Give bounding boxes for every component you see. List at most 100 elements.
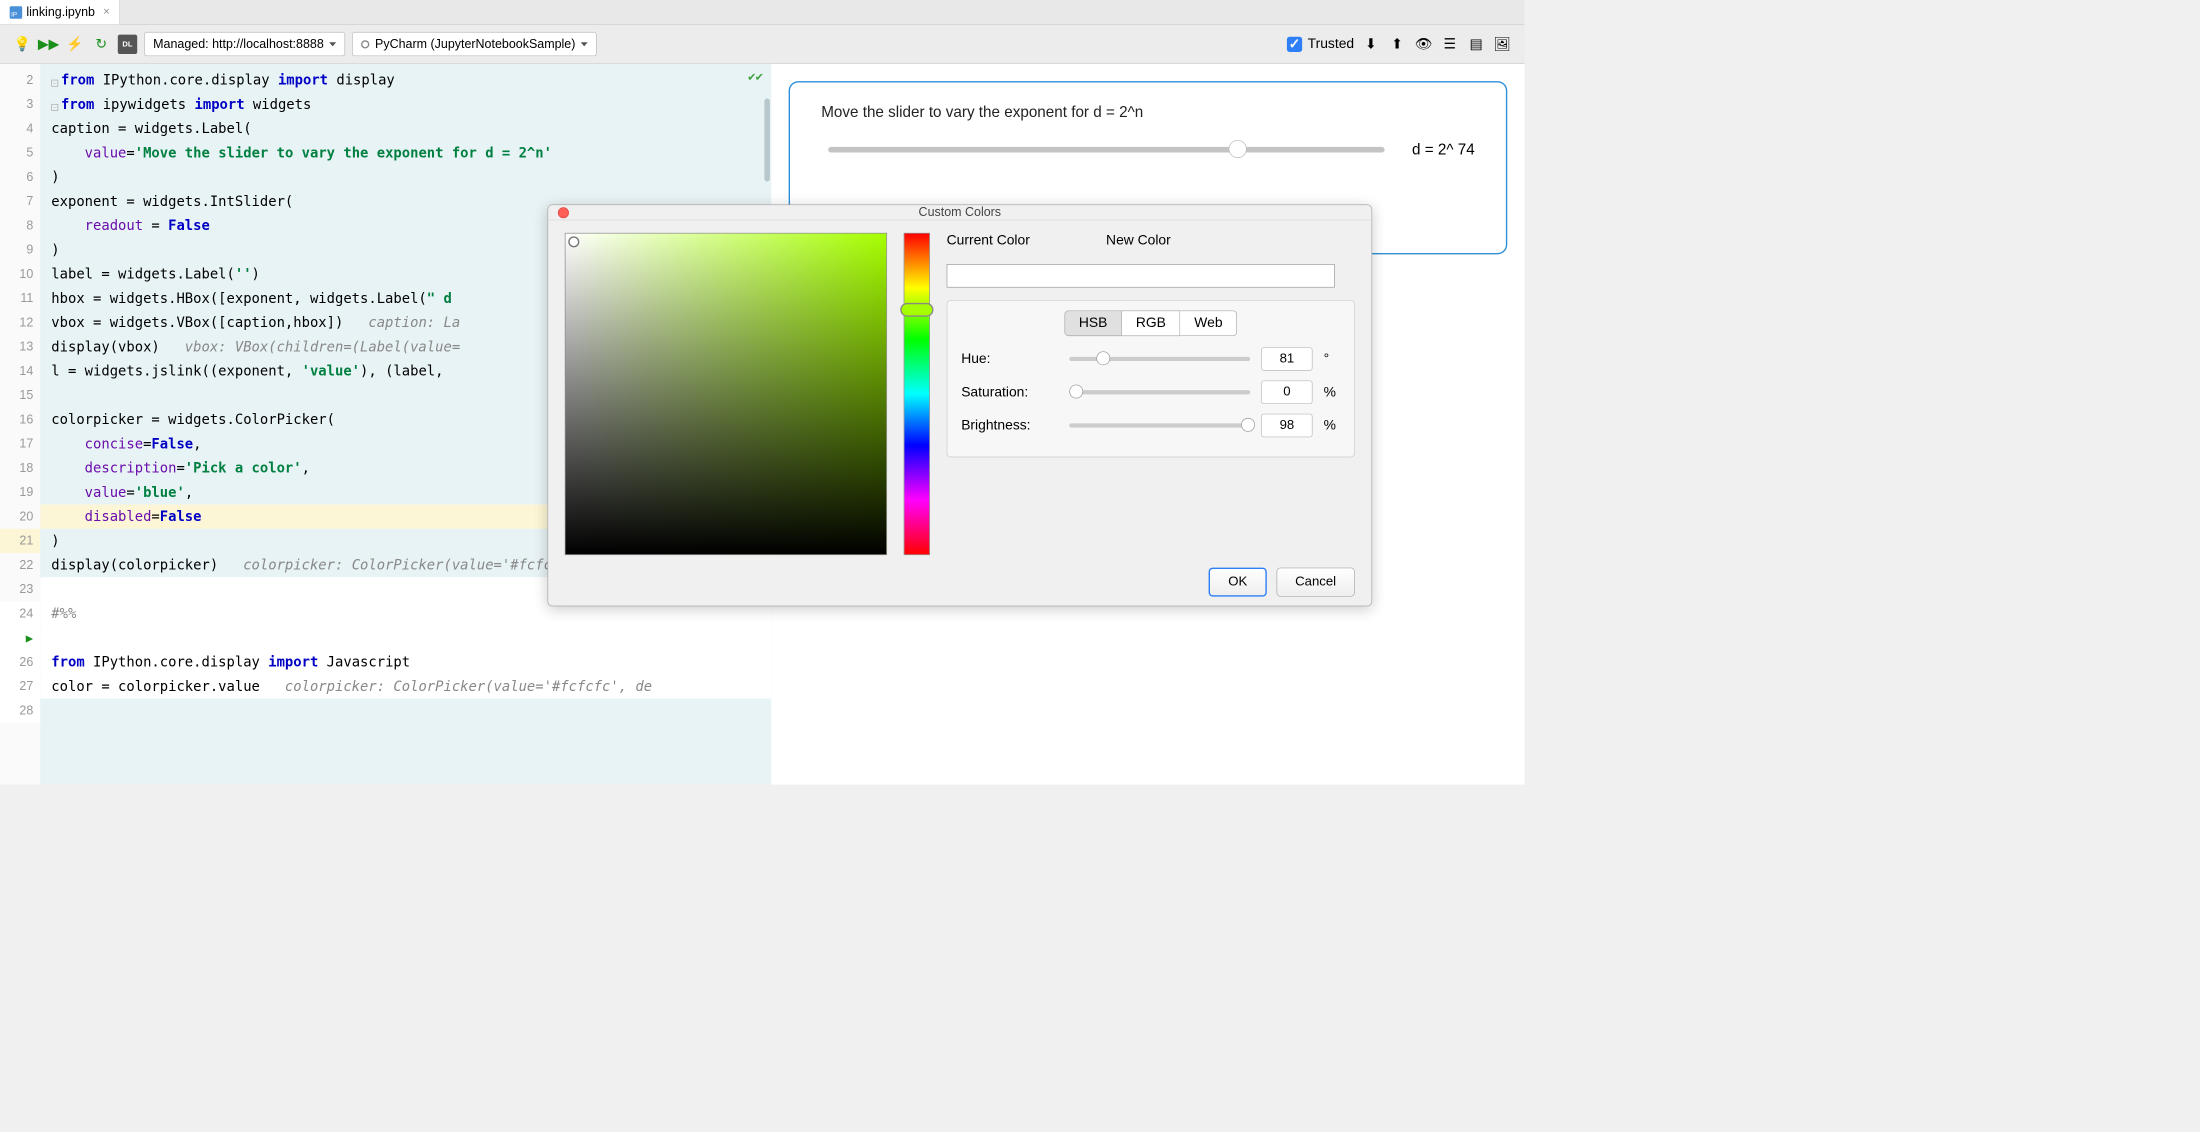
ok-button[interactable]: OK	[1209, 568, 1267, 597]
line-number: 28	[0, 699, 40, 723]
sv-picker-handle[interactable]	[568, 236, 579, 247]
line-number: 7	[0, 189, 40, 213]
run-all-icon[interactable]: ▶▶	[39, 34, 58, 53]
code-line[interactable]	[40, 626, 771, 650]
tab-bar: linking.ipynb ×	[0, 0, 1525, 25]
line-number: 21	[0, 529, 40, 553]
line-number: 3	[0, 92, 40, 116]
code-line[interactable]: )	[40, 165, 771, 189]
output-caption: Move the slider to vary the exponent for…	[821, 103, 1474, 121]
split-icon[interactable]: ▤	[1466, 34, 1485, 53]
trusted-checkbox[interactable]: ✓ Trusted	[1287, 36, 1354, 52]
caret-down-icon	[329, 42, 336, 46]
eye-icon[interactable]: 👁	[1414, 34, 1433, 53]
color-mode-tab-web[interactable]: Web	[1180, 310, 1237, 336]
slider-thumb[interactable]	[1229, 140, 1247, 158]
line-number: 9	[0, 238, 40, 262]
file-tab[interactable]: linking.ipynb ×	[0, 0, 120, 24]
line-number: 23	[0, 577, 40, 601]
image-icon[interactable]: 🖼	[1493, 34, 1512, 53]
line-number: 17	[0, 432, 40, 456]
new-color-label: New Color	[1106, 233, 1171, 249]
output-value-label: d = 2^ 74	[1412, 141, 1475, 159]
slider-thumb[interactable]	[1241, 418, 1255, 432]
hsb-value-input[interactable]: 0	[1261, 380, 1312, 404]
dialog-title: Custom Colors	[919, 205, 1001, 220]
tab-filename: linking.ipynb	[26, 5, 95, 20]
current-color-label: Current Color	[947, 233, 1030, 249]
line-number: 27	[0, 674, 40, 698]
line-number: 14	[0, 359, 40, 383]
saturation-value-box[interactable]	[565, 233, 887, 555]
color-mode-tab-rgb[interactable]: RGB	[1122, 310, 1180, 336]
bulb-icon[interactable]: 💡	[12, 34, 31, 53]
hsb-row-saturation: Saturation: 0 %	[961, 380, 1340, 404]
server-label: Managed: http://localhost:8888	[153, 37, 324, 52]
color-mode-tab-hsb[interactable]: HSB	[1064, 310, 1122, 336]
dialog-titlebar[interactable]: Custom Colors	[548, 205, 1371, 220]
kernel-label: PyCharm (JupyterNotebookSample)	[375, 37, 575, 52]
code-line[interactable]: color = colorpicker.value colorpicker: C…	[40, 674, 771, 698]
color-swatch	[947, 264, 1335, 288]
code-line[interactable]: –from IPython.core.display import displa…	[40, 68, 771, 92]
line-number: 5	[0, 141, 40, 165]
hsb-value-input[interactable]: 81	[1261, 347, 1312, 371]
kernel-status-icon	[361, 40, 369, 48]
line-number: ▶	[0, 626, 40, 650]
color-mode-panel: HSBRGBWeb Hue: 81 °Saturation: 0 %Bright…	[947, 300, 1355, 457]
trusted-label: Trusted	[1308, 36, 1354, 52]
close-window-icon[interactable]	[558, 207, 569, 218]
hsb-value-input[interactable]: 98	[1261, 414, 1312, 438]
output-slider[interactable]	[828, 147, 1384, 153]
caret-down-icon	[581, 42, 588, 46]
line-number: 6	[0, 165, 40, 189]
code-line[interactable]: from IPython.core.display import Javascr…	[40, 650, 771, 674]
check-icon: ✓	[1287, 36, 1302, 51]
hsb-label: Saturation:	[961, 384, 1058, 400]
inspection-ok-icon: ✔✔	[748, 69, 763, 84]
line-number: 20	[0, 505, 40, 529]
download-icon[interactable]: ⬇	[1361, 34, 1380, 53]
code-line[interactable]: value='Move the slider to vary the expon…	[40, 141, 771, 165]
line-number: 24	[0, 602, 40, 626]
line-number: 13	[0, 335, 40, 359]
code-line[interactable]: –from ipywidgets import widgets	[40, 92, 771, 116]
hsb-slider[interactable]	[1069, 423, 1250, 427]
hsb-slider[interactable]	[1069, 357, 1250, 361]
lightning-icon[interactable]: ⚡	[65, 34, 84, 53]
line-number: 18	[0, 456, 40, 480]
slider-thumb[interactable]	[1096, 351, 1110, 365]
list-icon[interactable]: ☰	[1440, 34, 1459, 53]
line-number: 15	[0, 383, 40, 407]
toolbar: 💡 ▶▶ ⚡ ↻ DL Managed: http://localhost:88…	[0, 25, 1525, 64]
hsb-unit: %	[1324, 418, 1341, 434]
cancel-button[interactable]: Cancel	[1276, 568, 1354, 597]
hue-strip[interactable]	[904, 233, 930, 555]
line-number: 10	[0, 262, 40, 286]
notebook-file-icon	[10, 6, 22, 18]
line-number: 4	[0, 116, 40, 140]
close-tab-icon[interactable]: ×	[103, 6, 109, 18]
hsb-label: Brightness:	[961, 418, 1058, 434]
hsb-row-hue: Hue: 81 °	[961, 347, 1340, 371]
line-number: 12	[0, 310, 40, 334]
line-gutter: 23456789101112131415161718192021222324▶ …	[0, 64, 40, 785]
upload-icon[interactable]: ⬆	[1387, 34, 1406, 53]
line-number: 22	[0, 553, 40, 577]
line-number: 2	[0, 68, 40, 92]
dl-icon[interactable]: DL	[118, 34, 137, 53]
hsb-row-brightness: Brightness: 98 %	[961, 414, 1340, 438]
line-number: 16	[0, 407, 40, 431]
color-picker-dialog: Custom Colors Current Color New Color HS…	[547, 204, 1372, 606]
server-dropdown[interactable]: Managed: http://localhost:8888	[144, 32, 345, 56]
line-number: 8	[0, 213, 40, 237]
hsb-slider[interactable]	[1069, 390, 1250, 394]
slider-thumb[interactable]	[1069, 385, 1083, 399]
hsb-label: Hue:	[961, 351, 1058, 367]
hue-thumb[interactable]	[900, 303, 933, 317]
code-line[interactable]: caption = widgets.Label(	[40, 116, 771, 140]
hsb-unit: %	[1324, 384, 1341, 400]
scrollbar-thumb[interactable]	[764, 98, 770, 181]
kernel-dropdown[interactable]: PyCharm (JupyterNotebookSample)	[352, 32, 597, 56]
restart-icon[interactable]: ↻	[91, 34, 110, 53]
